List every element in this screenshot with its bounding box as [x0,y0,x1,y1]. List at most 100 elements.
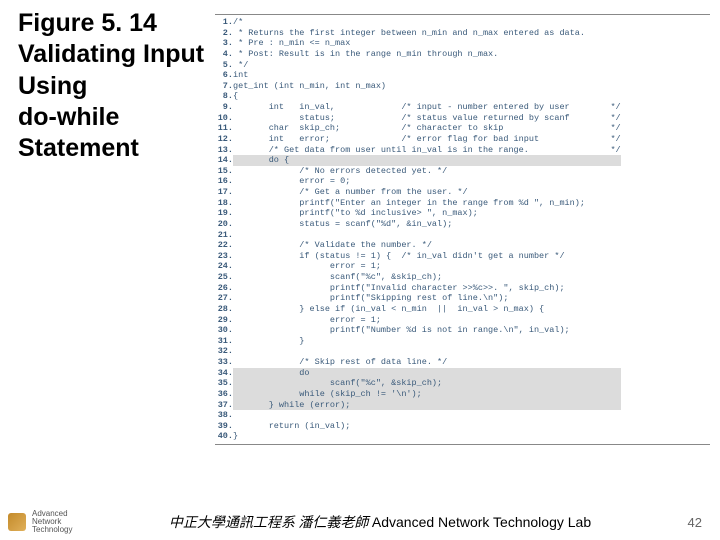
code-text: printf("Number %d is not in range.\n", i… [233,325,621,336]
line-number: 13. [215,145,233,156]
title-line: Figure 5. 14 [18,9,157,37]
footer-logo-group: Advanced Network Technology [0,510,72,534]
code-text: } [233,431,621,442]
line-number: 31. [215,336,233,347]
line-number: 29. [215,315,233,326]
code-text: int [233,70,621,81]
code-line: 10. status; /* status value returned by … [215,113,621,124]
code-line: 1./* [215,17,621,28]
code-line: 30. printf("Number %d is not in range.\n… [215,325,621,336]
line-number: 11. [215,123,233,134]
line-number: 26. [215,283,233,294]
line-number: 16. [215,176,233,187]
slide-footer: Advanced Network Technology 中正大學通訊工程系 潘仁… [0,510,720,534]
code-line: 16. error = 0; [215,176,621,187]
line-number: 30. [215,325,233,336]
code-text: return (in_val); [233,421,621,432]
line-number: 5. [215,60,233,71]
page-number: 42 [688,515,720,530]
code-line: 38. [215,410,621,421]
code-text: char skip_ch; /* character to skip */ [233,123,621,134]
code-text: } [233,336,621,347]
line-number: 35. [215,378,233,389]
code-line: 26. printf("Invalid character >>%c>>. ",… [215,283,621,294]
code-text: printf("to %d inclusive> ", n_max); [233,208,621,219]
code-line: 14. do { [215,155,621,166]
code-line: 13. /* Get data from user until in_val i… [215,145,621,156]
code-text: /* No errors detected yet. */ [233,166,621,177]
line-number: 9. [215,102,233,113]
code-line: 39. return (in_val); [215,421,621,432]
line-number: 23. [215,251,233,262]
code-line: 24. error = 1; [215,261,621,272]
code-text: /* [233,17,621,28]
code-line: 34. do [215,368,621,379]
code-text: } while (error); [233,400,621,411]
code-line: 22. /* Validate the number. */ [215,240,621,251]
code-text: scanf("%c", &skip_ch); [233,378,621,389]
code-text: printf("Enter an integer in the range fr… [233,198,621,209]
code-text: */ [233,60,621,71]
code-text: printf("Invalid character >>%c>>. ", ski… [233,283,621,294]
code-text: /* Validate the number. */ [233,240,621,251]
line-number: 28. [215,304,233,315]
line-number: 40. [215,431,233,442]
code-text: * Returns the first integer between n_mi… [233,28,621,39]
line-number: 4. [215,49,233,60]
title-line: Validating Input [18,40,204,68]
code-line: 20. status = scanf("%d", &in_val); [215,219,621,230]
code-text: do [233,368,621,379]
code-line: 9. int in_val, /* input - number entered… [215,102,621,113]
line-number: 24. [215,261,233,272]
code-text: do { [233,155,621,166]
code-text: /* Get data from user until in_val is in… [233,145,621,156]
line-number: 10. [215,113,233,124]
code-line: 36. while (skip_ch != '\n'); [215,389,621,400]
line-number: 7. [215,81,233,92]
code-text [233,230,621,241]
code-text: error = 0; [233,176,621,187]
line-number: 12. [215,134,233,145]
code-line: 7.get_int (int n_min, int n_max) [215,81,621,92]
code-text: * Post: Result is in the range n_min thr… [233,49,621,60]
line-number: 27. [215,293,233,304]
footer-center-text: 中正大學通訊工程系 潘仁義老師 Advanced Network Technol… [72,512,687,532]
code-line: 31. } [215,336,621,347]
line-number: 34. [215,368,233,379]
code-text: } else if (in_val < n_min || in_val > n_… [233,304,621,315]
line-number: 8. [215,91,233,102]
code-text: if (status != 1) { /* in_val didn't get … [233,251,621,262]
line-number: 17. [215,187,233,198]
code-line: 27. printf("Skipping rest of line.\n"); [215,293,621,304]
line-number: 2. [215,28,233,39]
code-line: 29. error = 1; [215,315,621,326]
code-text: { [233,91,621,102]
code-line: 37. } while (error); [215,400,621,411]
code-line: 3. * Pre : n_min <= n_max [215,38,621,49]
code-line: 40.} [215,431,621,442]
code-text: * Pre : n_min <= n_max [233,38,621,49]
title-line: Statement [18,134,139,162]
code-text: /* Skip rest of data line. */ [233,357,621,368]
code-text: error = 1; [233,261,621,272]
code-text: status = scanf("%d", &in_val); [233,219,621,230]
code-line: 2. * Returns the first integer between n… [215,28,621,39]
line-number: 37. [215,400,233,411]
line-number: 33. [215,357,233,368]
line-number: 25. [215,272,233,283]
code-text [233,410,621,421]
code-line: 19. printf("to %d inclusive> ", n_max); [215,208,621,219]
line-number: 22. [215,240,233,251]
line-number: 32. [215,346,233,357]
slide-title: Figure 5. 14 Validating Input Using do-w… [18,8,218,164]
line-number: 19. [215,208,233,219]
code-line: 11. char skip_ch; /* character to skip *… [215,123,621,134]
lab-logo-icon [8,513,26,531]
code-line: 4. * Post: Result is in the range n_min … [215,49,621,60]
code-line: 32. [215,346,621,357]
code-text: error = 1; [233,315,621,326]
line-number: 18. [215,198,233,209]
code-line: 33. /* Skip rest of data line. */ [215,357,621,368]
line-number: 15. [215,166,233,177]
code-line: 15. /* No errors detected yet. */ [215,166,621,177]
